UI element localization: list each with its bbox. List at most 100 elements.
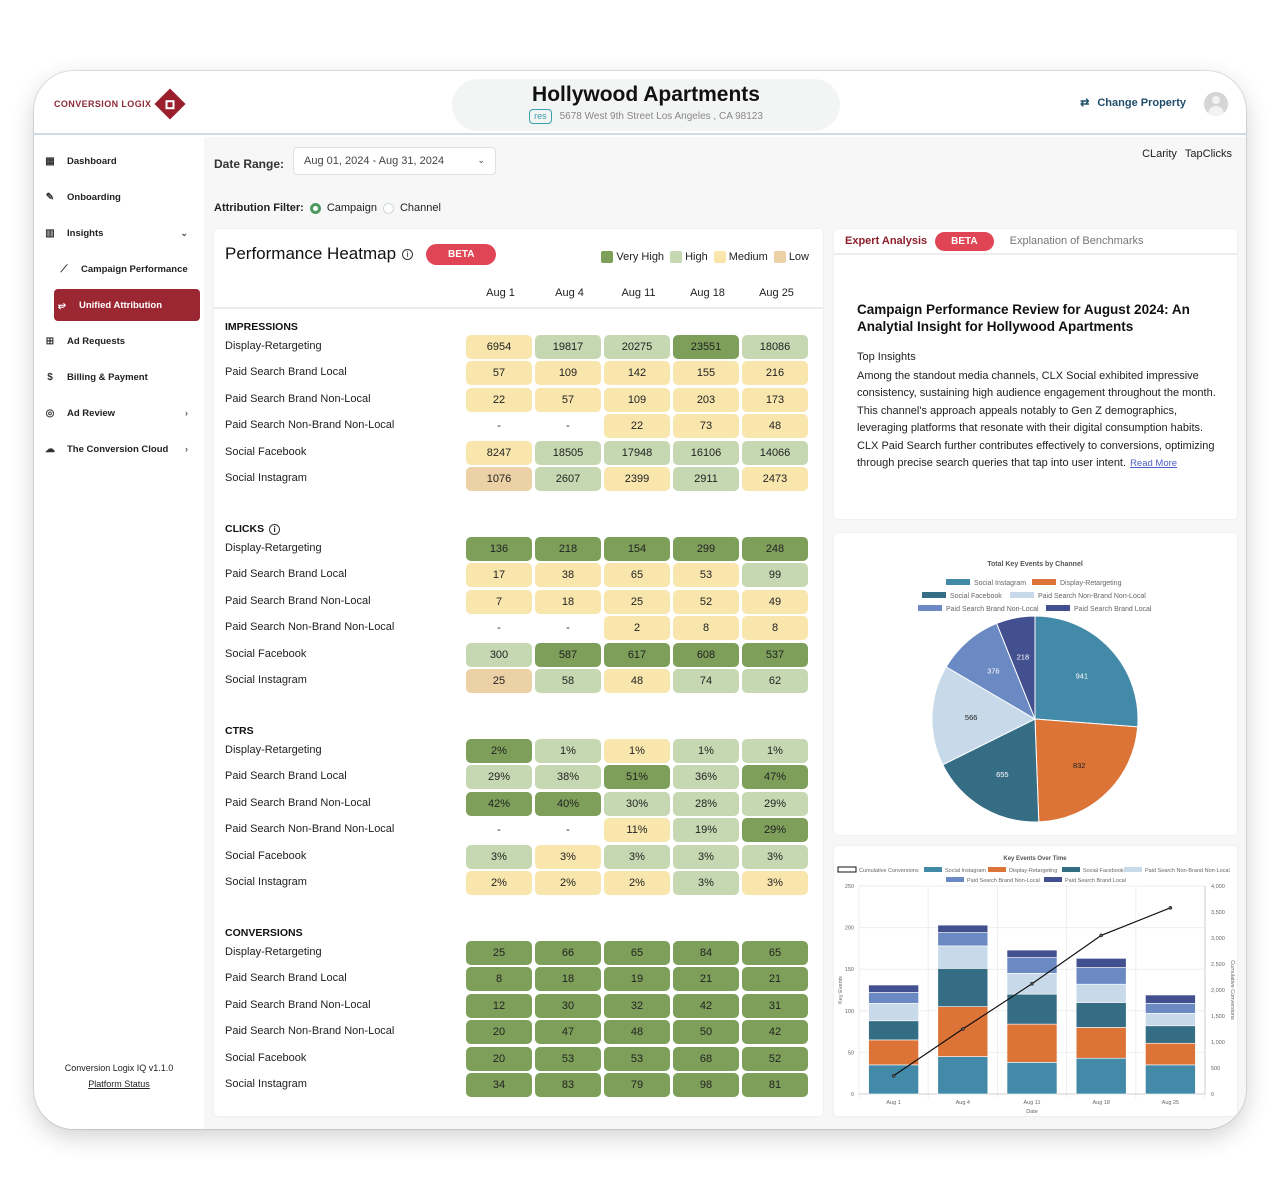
heatmap-column-headers: Aug 1 Aug 4 Aug 11 Aug 18 Aug 25	[466, 287, 811, 299]
legend-swatch	[837, 866, 857, 873]
review-icon: ◎	[45, 407, 55, 419]
heatmap-cell: 48	[604, 1020, 670, 1045]
sidebar-item-dashboard[interactable]: ▦ Dashboard	[42, 145, 202, 177]
heatmap-cell: 2%	[466, 739, 532, 763]
sidebar-item-ad-review[interactable]: ◎ Ad Review ›	[42, 397, 202, 429]
bar-segment	[1075, 1057, 1127, 1095]
message-plus-icon: ⊞	[45, 335, 55, 347]
line-point	[1099, 933, 1104, 938]
bar-segment	[1006, 949, 1058, 958]
table-row: Social Facebook 8247 18505 17948 16106 14066	[214, 440, 823, 466]
campaign-radio-label[interactable]: Campaign	[327, 202, 377, 214]
logo[interactable]: CONVERSION LOGIX	[54, 88, 186, 120]
table-row: Social Instagram 25 58 48 74 62	[214, 668, 823, 694]
legend-label: Social Facebook	[950, 593, 1002, 600]
analysis-tabs: Expert Analysis BETA Explanation of Benc…	[834, 229, 1237, 255]
heatmap-cell: 109	[604, 387, 670, 412]
heatmap-cell: 7	[466, 589, 532, 614]
y2-tick-label: 3,500	[1211, 910, 1225, 916]
heatmap-cell: 25	[466, 941, 532, 965]
y-tick-label: 250	[845, 884, 854, 890]
heatmap-cell: 8	[673, 616, 739, 641]
heatmap-cell: -	[566, 420, 570, 433]
heatmap-cell: 32	[604, 993, 670, 1018]
bar-segment	[937, 1006, 989, 1057]
heatmap-cell: 48	[742, 414, 808, 439]
sidebar-item-onboarding[interactable]: ✎ Onboarding	[42, 181, 202, 213]
x-tick-label: Aug 1	[886, 1100, 900, 1106]
slice-label: 655	[996, 770, 1009, 779]
line-chart-icon: ⟋	[60, 263, 68, 275]
bar-segment	[1145, 1025, 1196, 1044]
heatmap-cell: 3%	[535, 844, 601, 869]
date-range-select[interactable]: Aug 01, 2024 - Aug 31, 2024 ⌄	[293, 147, 496, 175]
info-icon[interactable]: i	[269, 523, 281, 535]
heatmap-cell: 12	[466, 993, 532, 1018]
read-more-link[interactable]: Read More	[1130, 458, 1177, 469]
clarity-link[interactable]: CLarity	[1142, 148, 1177, 160]
heatmap-cell: 203	[673, 387, 739, 412]
heatmap-cell: 18	[535, 589, 601, 614]
legend-swatch	[1062, 867, 1080, 872]
heatmap-cell: -	[497, 420, 501, 433]
bar-segment	[1075, 958, 1127, 968]
pie-chart-card: Total Key Events by Channel Social Instag…	[834, 533, 1237, 835]
tab-expert-analysis[interactable]: Expert Analysis	[845, 235, 927, 247]
section-title-text: IMPRESSIONS	[225, 321, 298, 333]
legend-swatch	[773, 251, 786, 264]
legend-swatch	[922, 592, 946, 598]
table-row: Display-Retargeting 136 218 154 299 248	[214, 536, 823, 562]
stacked-bar-chart: Key Events Over Time Cumulative Conversio…	[837, 856, 1235, 1115]
heatmap-cell: 1%	[673, 739, 739, 763]
legend-very-high: Very High	[601, 251, 664, 264]
tab-explanation-of-benchmarks[interactable]: Explanation of Benchmarks	[1010, 235, 1144, 247]
sidebar-item-label: Ad Requests	[67, 335, 126, 347]
info-icon[interactable]: i	[402, 248, 414, 260]
heatmap-cell: 83	[535, 1073, 601, 1097]
slice-label: 941	[1076, 672, 1089, 681]
dashboard-icon: ▦	[45, 155, 55, 167]
row-label: Paid Search Brand Local	[225, 972, 347, 985]
channel-radio-label[interactable]: Channel	[400, 202, 441, 214]
bar-segment	[1075, 967, 1127, 985]
heatmap-cell: 47%	[742, 765, 808, 790]
row-label: Paid Search Brand Local	[225, 770, 347, 783]
platform-status-link[interactable]: Platform Status	[34, 1079, 204, 1089]
heatmap-cell: 173	[742, 387, 808, 412]
heatmap-cell: 38%	[535, 765, 601, 790]
sidebar-item-billing[interactable]: $ Billing & Payment	[42, 361, 202, 393]
heatmap-cell: 42%	[466, 791, 532, 816]
heatmap-cell: 42	[742, 1020, 808, 1045]
row-label: Paid Search Non-Brand Non-Local	[225, 621, 395, 634]
sidebar-item-campaign-performance[interactable]: ⟋ Campaign Performance	[56, 253, 202, 285]
sidebar-item-conversion-cloud[interactable]: ☁ The Conversion Cloud ›	[42, 433, 202, 465]
bar-segment	[1006, 1062, 1058, 1095]
bar-segment	[868, 984, 919, 993]
campaign-radio[interactable]	[309, 202, 321, 214]
attribution-filter: Attribution Filter: Campaign Channel	[214, 202, 441, 214]
heatmap-cell: 2%	[535, 871, 601, 895]
user-avatar[interactable]	[1204, 92, 1228, 116]
bar-segment	[868, 1064, 919, 1095]
bar-segment	[1145, 1042, 1196, 1066]
sidebar-item-unified-attribution[interactable]: ⥂ Unified Attribution	[54, 289, 200, 321]
heatmap-cell: 53	[673, 563, 739, 588]
logo-text: CONVERSION LOGIX	[54, 99, 152, 109]
heatmap-cell: 22	[466, 387, 532, 412]
heatmap-cell: 30	[535, 993, 601, 1018]
chevron-down-icon: ⌄	[477, 155, 485, 165]
row-label: Display-Retargeting	[225, 340, 322, 352]
section-title: IMPRESSIONS	[225, 321, 298, 333]
heatmap-cell: 2%	[466, 871, 532, 895]
table-row: Display-Retargeting 2% 1% 1% 1% 1%	[214, 738, 823, 764]
sidebar-item-ad-requests[interactable]: ⊞ Ad Requests	[42, 325, 202, 357]
legend-swatch	[601, 251, 614, 264]
change-property-button[interactable]: ⇄ Change Property	[1080, 96, 1186, 110]
change-property-label: Change Property	[1097, 96, 1186, 109]
channel-radio[interactable]	[382, 202, 394, 214]
sidebar-item-insights[interactable]: ▥ Insights ⌄	[42, 217, 202, 249]
heatmap-cell: 19%	[673, 818, 739, 843]
attribution-filter-label: Attribution Filter:	[214, 202, 304, 214]
tapclicks-link[interactable]: TapClicks	[1185, 148, 1232, 160]
dollar-icon: $	[47, 371, 53, 383]
